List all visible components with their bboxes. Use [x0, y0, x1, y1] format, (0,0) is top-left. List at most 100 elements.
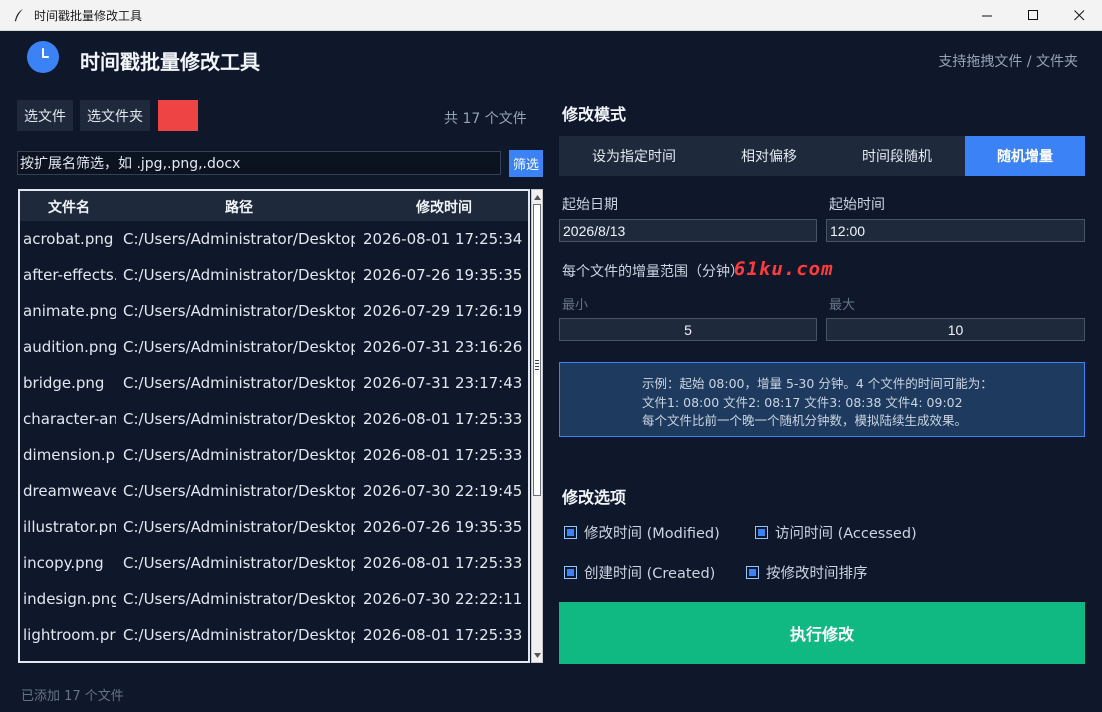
extension-filter-input[interactable]	[17, 151, 501, 175]
cell-path: C:/Users/Administrator/Desktop	[123, 626, 355, 644]
checkbox-created[interactable]	[564, 566, 577, 579]
close-icon	[1073, 6, 1085, 25]
execute-button[interactable]: 执行修改	[559, 602, 1085, 664]
cell-path: C:/Users/Administrator/Desktop	[123, 410, 355, 428]
start-time-label: 起始时间	[829, 197, 885, 213]
window-titlebar: 时间戳批量修改工具	[0, 0, 1102, 31]
cell-path: C:/Users/Administrator/Desktop	[123, 446, 355, 464]
cell-filename: dreamweave	[23, 482, 116, 500]
minimize-button[interactable]	[964, 0, 1010, 31]
max-increment-field[interactable]	[826, 318, 1085, 341]
cell-modified: 2026-07-26 19:35:35	[363, 518, 523, 536]
option-accessed[interactable]: 访问时间 (Accessed)	[755, 522, 917, 543]
table-row[interactable]: after-effects. C:/Users/Administrator/Des…	[20, 257, 528, 293]
select-file-button[interactable]: 选文件	[17, 100, 73, 131]
start-date-field[interactable]	[559, 219, 817, 242]
option-modified[interactable]: 修改时间 (Modified)	[564, 522, 720, 543]
checkbox-modified[interactable]	[564, 526, 577, 539]
tab-relative-offset[interactable]: 相对偏移	[709, 136, 829, 176]
example-info-box: 示例：起始 08:00，增量 5-30 分钟。4 个文件的时间可能为： 文件1:…	[559, 362, 1085, 437]
table-row[interactable]: indesign.png C:/Users/Administrator/Deskt…	[20, 581, 528, 617]
scroll-thumb[interactable]	[533, 204, 541, 496]
column-header-modified[interactable]: 修改时间	[416, 197, 472, 217]
option-created[interactable]: 创建时间 (Created)	[564, 562, 715, 583]
table-row[interactable]: lightroom.pr C:/Users/Administrator/Deskt…	[20, 617, 528, 653]
scroll-down-arrow-icon[interactable]	[532, 649, 542, 661]
cell-filename: acrobat.png	[23, 230, 114, 248]
cell-modified: 2026-08-01 17:25:33	[363, 410, 523, 428]
cell-path: C:/Users/Administrator/Desktop	[123, 554, 355, 572]
filter-button[interactable]: 筛选	[509, 150, 543, 177]
cell-filename: animate.png	[23, 302, 116, 320]
grip-icon	[535, 360, 539, 370]
cell-modified: 2026-07-30 22:22:11	[363, 590, 523, 608]
increment-range-label: 每个文件的增量范围（分钟）	[562, 264, 742, 280]
table-row[interactable]: incopy.png C:/Users/Administrator/Desktop…	[20, 545, 528, 581]
app-title: 时间戳批量修改工具	[80, 50, 260, 74]
file-table[interactable]: 文件名 路径 修改时间 acrobat.png C:/Users/Administ…	[18, 189, 530, 663]
min-label: 最小	[562, 298, 589, 313]
scroll-up-arrow-icon[interactable]	[532, 191, 542, 203]
table-row[interactable]: illustrator.pn C:/Users/Administrator/Des…	[20, 509, 528, 545]
cell-modified: 2026-08-01 17:25:34	[363, 230, 523, 248]
cell-modified: 2026-07-29 17:26:19	[363, 302, 523, 320]
maximize-button[interactable]	[1010, 0, 1056, 31]
select-folder-button[interactable]: 选文件夹	[80, 100, 150, 131]
table-scrollbar[interactable]	[531, 189, 543, 663]
start-date-label: 起始日期	[562, 197, 618, 213]
cell-path: C:/Users/Administrator/Desktop	[123, 302, 355, 320]
cell-filename: lightroom.pr	[23, 626, 116, 644]
cell-modified: 2026-08-01 17:25:33	[363, 626, 523, 644]
table-row[interactable]: dreamweave C:/Users/Administrator/Desktop…	[20, 473, 528, 509]
clear-files-button[interactable]	[158, 100, 198, 131]
table-header: 文件名 路径 修改时间	[20, 191, 528, 221]
option-sort-label: 按修改时间排序	[766, 566, 868, 582]
drag-drop-hint: 支持拖拽文件 / 文件夹	[938, 54, 1078, 70]
cell-filename: incopy.png	[23, 554, 104, 572]
cell-path: C:/Users/Administrator/Desktop	[123, 374, 355, 392]
cell-filename: indesign.png	[23, 590, 116, 608]
cell-path: C:/Users/Administrator/Desktop	[123, 590, 355, 608]
table-row[interactable]: bridge.png C:/Users/Administrator/Desktop…	[20, 365, 528, 401]
example-line: 示例：起始 08:00，增量 5-30 分钟。4 个文件的时间可能为：	[642, 376, 993, 391]
cell-filename: character-an	[23, 410, 116, 428]
window-title: 时间戳批量修改工具	[34, 8, 143, 23]
options-section-title: 修改选项	[562, 488, 627, 507]
cell-filename: dimension.p	[23, 446, 115, 464]
mode-section-title: 修改模式	[562, 105, 627, 124]
example-line: 文件1: 08:00 文件2: 08:17 文件3: 08:38 文件4: 09…	[642, 395, 963, 410]
status-text: 已添加 17 个文件	[21, 689, 124, 704]
checkbox-accessed[interactable]	[755, 526, 768, 539]
close-button[interactable]	[1056, 0, 1102, 31]
column-header-filename[interactable]: 文件名	[48, 197, 90, 217]
clock-icon	[27, 41, 59, 73]
cell-modified: 2026-07-31 23:17:43	[363, 374, 523, 392]
table-row[interactable]: animate.png C:/Users/Administrator/Deskto…	[20, 293, 528, 329]
min-increment-field[interactable]	[559, 318, 817, 341]
minimize-icon	[981, 6, 993, 25]
table-row[interactable]: audition.png C:/Users/Administrator/Deskt…	[20, 329, 528, 365]
checkbox-sort-by-modified[interactable]	[746, 566, 759, 579]
option-created-label: 创建时间 (Created)	[584, 566, 716, 582]
cell-modified: 2026-08-01 17:25:33	[363, 446, 523, 464]
tab-set-time[interactable]: 设为指定时间	[559, 136, 709, 176]
cell-filename: audition.png	[23, 338, 116, 356]
tab-random-increment[interactable]: 随机增量	[965, 136, 1085, 176]
table-row[interactable]: dimension.p C:/Users/Administrator/Deskto…	[20, 437, 528, 473]
table-row[interactable]: character-an C:/Users/Administrator/Deskt…	[20, 401, 528, 437]
option-accessed-label: 访问时间 (Accessed)	[775, 526, 917, 542]
cell-path: C:/Users/Administrator/Desktop	[123, 266, 355, 284]
column-header-path[interactable]: 路径	[225, 197, 253, 217]
option-modified-label: 修改时间 (Modified)	[584, 526, 720, 542]
option-sort-by-modified[interactable]: 按修改时间排序	[746, 562, 868, 583]
start-time-field[interactable]	[826, 219, 1085, 242]
example-line: 每个文件比前一个晚一个随机分钟数，模拟陆续生成效果。	[642, 413, 968, 428]
cell-path: C:/Users/Administrator/Desktop	[123, 482, 355, 500]
max-label: 最大	[829, 298, 856, 313]
maximize-icon	[1027, 6, 1039, 25]
table-row[interactable]: acrobat.png C:/Users/Administrator/Deskto…	[20, 221, 528, 257]
cell-modified: 2026-08-01 17:25:33	[363, 554, 523, 572]
file-count: 共 17 个文件	[444, 111, 527, 127]
watermark-logo: 61ku.com	[734, 258, 834, 280]
tab-range-random[interactable]: 时间段随机	[829, 136, 965, 176]
